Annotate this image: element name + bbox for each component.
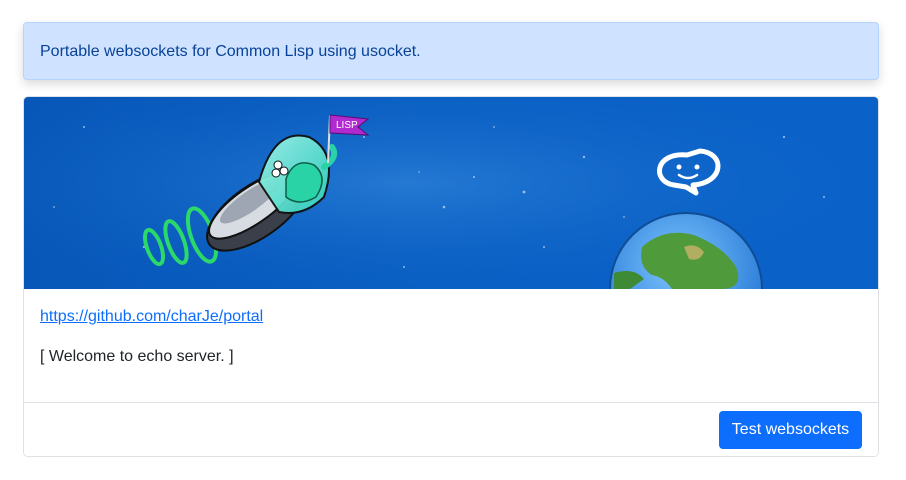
banner-image: LISP — [24, 97, 878, 289]
repo-link[interactable]: https://github.com/charJe/portal — [40, 308, 263, 326]
info-alert: Portable websockets for Common Lisp usin… — [23, 22, 879, 80]
card-body: https://github.com/charJe/portal [ Welco… — [24, 289, 878, 402]
alert-text: Portable websockets for Common Lisp usin… — [40, 43, 421, 60]
card-footer: Test websockets — [24, 402, 878, 456]
test-websockets-button[interactable]: Test websockets — [719, 411, 862, 449]
main-card: LISP https://github.com/charJe/portal [ … — [23, 96, 879, 457]
status-message: [ Welcome to echo server. ] — [40, 348, 234, 365]
flag-label: LISP — [336, 120, 358, 131]
